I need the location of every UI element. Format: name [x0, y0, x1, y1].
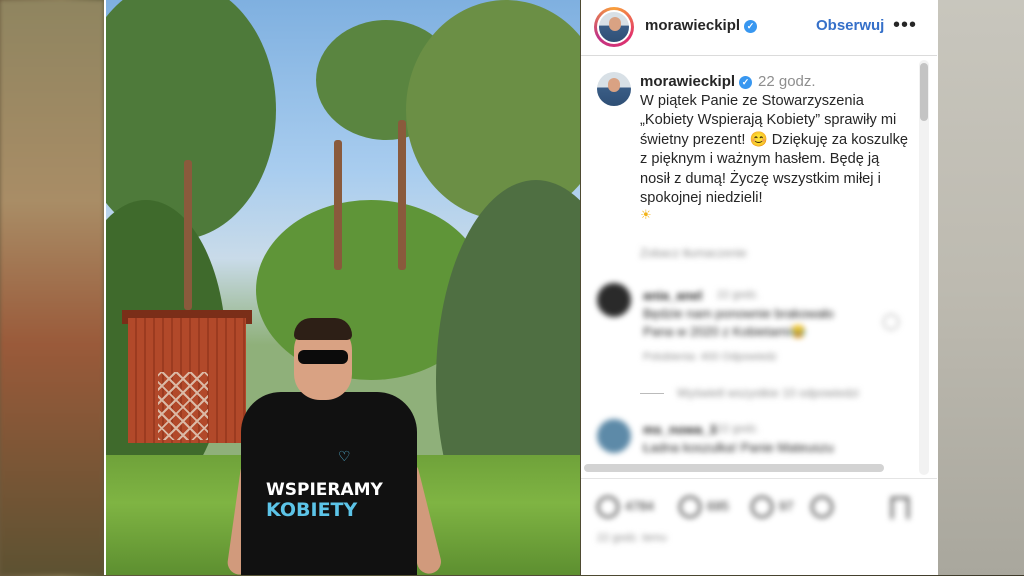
see-translation-link[interactable]: Zobacz tłumaczenie	[640, 246, 747, 260]
post-photo[interactable]: ♡ WSPIERAMY KOBIETY	[106, 0, 580, 575]
post-actions: 4784 695 97 22 godz. temu	[581, 478, 937, 576]
comment-action[interactable]: 695	[679, 496, 729, 518]
sun-emoji-icon: ☀	[640, 207, 652, 222]
avatar-image	[597, 10, 631, 44]
share-action[interactable]: 97	[751, 496, 793, 518]
shares-count: 97	[779, 498, 794, 514]
like-comment-icon[interactable]	[883, 314, 899, 330]
vertical-scrollbar[interactable]	[919, 60, 929, 475]
comment-time: 22 godz.	[717, 289, 760, 301]
send-icon	[811, 496, 833, 518]
tree-trunk	[398, 120, 406, 270]
profile-avatar[interactable]	[594, 7, 634, 47]
avatar-face	[609, 17, 621, 31]
post-header: morawieckipl ✓ Obserwuj •••	[581, 0, 937, 56]
comment-text: Będzie nam ponownie brakowało Pana w 202…	[643, 306, 834, 339]
view-replies-link[interactable]: Wyświetl wszystkie 10 odpowiedzi	[677, 386, 859, 400]
shirt-slogan: WSPIERAMY KOBIETY	[266, 482, 386, 520]
more-options-icon[interactable]: •••	[893, 14, 917, 37]
avatar-face	[608, 78, 620, 92]
blurred-background-left	[0, 0, 104, 575]
blurred-background-right	[938, 0, 1024, 575]
tree-trunk	[184, 160, 192, 310]
header-username-text[interactable]: morawieckipl	[645, 17, 740, 34]
horizontal-scrollbar[interactable]	[584, 464, 884, 472]
verified-badge-icon: ✓	[739, 76, 753, 89]
tree-trunk	[334, 140, 342, 270]
caption-avatar[interactable]	[597, 72, 631, 106]
vertical-scrollbar-thumb[interactable]	[920, 63, 928, 121]
post-panel: morawieckipl ✓ Obserwuj ••• morawieckipl ✓…	[581, 0, 937, 575]
repost-icon	[751, 496, 773, 518]
shirt-slogan-line1: WSPIERAMY	[266, 480, 383, 500]
heart-icon	[597, 496, 619, 518]
caption-username-text[interactable]: morawieckipl	[640, 73, 735, 90]
reply-line	[640, 393, 664, 394]
comment-meta[interactable]: Polubienia: 400 Odpowiedz	[643, 351, 777, 363]
comment-text: Ładna koszulka! Panie Mateuszu	[643, 440, 834, 455]
sunglasses	[298, 350, 348, 364]
header-username[interactable]: morawieckipl ✓	[645, 17, 758, 34]
man-hair	[294, 318, 352, 340]
post-date: 22 godz. temu	[597, 532, 667, 544]
comment-username[interactable]: ms_nowa_3	[643, 422, 717, 437]
comment-avatar[interactable]	[597, 419, 631, 453]
likes-count: 4784	[625, 498, 654, 514]
verified-badge-icon: ✓	[744, 20, 758, 33]
shirt-heart-logo-icon: ♡	[338, 448, 351, 464]
save-icon[interactable]	[891, 497, 909, 519]
follow-button[interactable]: Obserwuj	[816, 17, 884, 34]
trellis	[158, 372, 208, 440]
comment-avatar[interactable]	[597, 283, 631, 317]
comments-count: 695	[707, 498, 729, 514]
comment-username[interactable]: ania_anel	[643, 288, 702, 303]
caption-text: W piątek Panie ze Stowarzyszenia „Kobiet…	[640, 93, 908, 207]
like-action[interactable]: 4784	[597, 496, 654, 518]
comment-icon	[679, 496, 701, 518]
shirt-slogan-line2: KOBIETY	[266, 499, 358, 521]
caption-username[interactable]: morawieckipl ✓	[640, 73, 753, 90]
send-action[interactable]	[811, 496, 839, 518]
caption-time: 22 godz.	[758, 73, 816, 90]
comment-time: 22 godz.	[717, 423, 760, 435]
